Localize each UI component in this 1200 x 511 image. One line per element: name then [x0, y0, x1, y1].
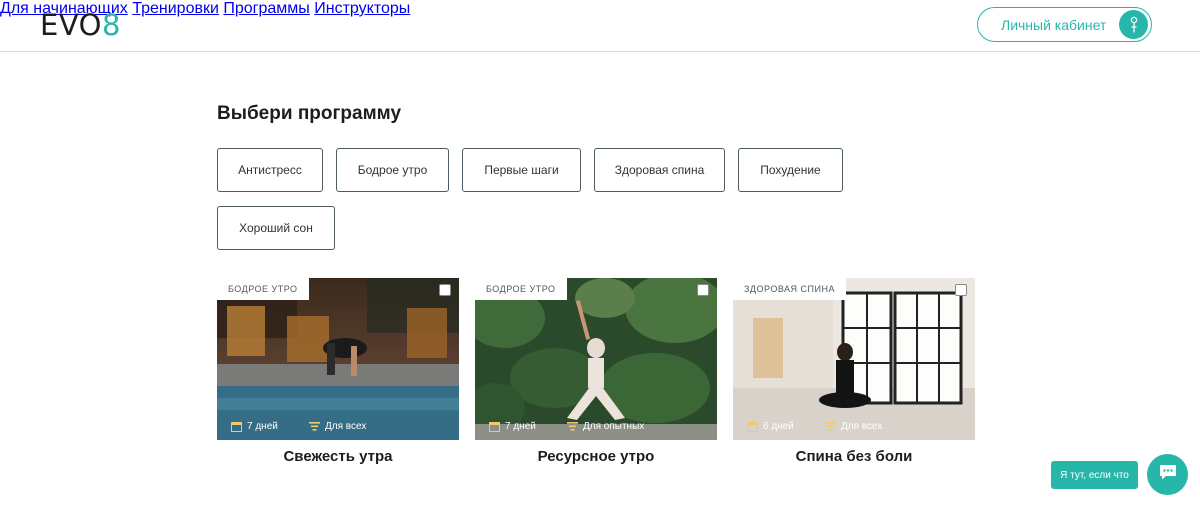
- nav-programs[interactable]: Программы: [223, 0, 309, 17]
- program-tag: БОДРОЕ УТРО: [475, 278, 567, 300]
- chat-tooltip[interactable]: Я тут, если что: [1051, 461, 1138, 489]
- favorite-checkbox[interactable]: [955, 284, 967, 296]
- nav-workouts[interactable]: Тренировки: [132, 0, 219, 17]
- program-tag: ЗДОРОВАЯ СПИНА: [733, 278, 846, 300]
- nav-instructors[interactable]: Инструкторы: [314, 0, 410, 17]
- level-bars-icon: [567, 421, 578, 432]
- user-icon: [1119, 10, 1148, 39]
- favorite-checkbox[interactable]: [697, 284, 709, 296]
- duration-badge: 7 дней: [231, 421, 278, 432]
- program-title[interactable]: Ресурсное утро: [475, 448, 717, 465]
- program-card[interactable]: БОДРОЕ УТРО 7 дней Для опытных Ресурсное…: [475, 278, 717, 465]
- favorite-checkbox[interactable]: [439, 284, 451, 296]
- logo-text: EVO: [40, 8, 102, 42]
- level-text: Для опытных: [583, 421, 645, 432]
- level-text: Для всех: [841, 421, 883, 432]
- level-badge: Для всех: [309, 421, 366, 432]
- calendar-icon: [231, 421, 242, 432]
- level-text: Для всех: [325, 421, 367, 432]
- yoga-plants-image: [475, 278, 717, 440]
- program-title[interactable]: Спина без боли: [733, 448, 975, 465]
- logo[interactable]: EVO 8: [40, 8, 120, 42]
- program-title[interactable]: Свежесть утра: [217, 448, 459, 465]
- level-bars-icon: [309, 421, 320, 432]
- program-tag: БОДРОЕ УТРО: [217, 278, 309, 300]
- duration-text: 6 дней: [763, 421, 794, 432]
- filter-good-sleep[interactable]: Хороший сон: [217, 206, 335, 250]
- chat-bubble-icon: [1158, 463, 1178, 486]
- program-photo[interactable]: БОДРОЕ УТРО 7 дней Для опытных: [475, 278, 717, 440]
- filter-weight-loss[interactable]: Похудение: [738, 148, 843, 192]
- program-card[interactable]: БОДРОЕ УТРО 7 дней Для всех Свежесть утр…: [217, 278, 459, 465]
- filter-morning[interactable]: Бодрое утро: [336, 148, 449, 192]
- yoga-studio-image: [733, 278, 975, 440]
- filter-antistress[interactable]: Антистресс: [217, 148, 323, 192]
- chat-button[interactable]: [1147, 454, 1188, 495]
- account-button-label: Личный кабинет: [1001, 17, 1107, 33]
- page-title: Выбери программу: [217, 103, 402, 124]
- calendar-icon: [747, 421, 758, 432]
- duration-badge: 6 дней: [747, 421, 794, 432]
- duration-badge: 7 дней: [489, 421, 536, 432]
- duration-text: 7 дней: [505, 421, 536, 432]
- logo-accent: 8: [101, 8, 121, 42]
- filter-healthy-back[interactable]: Здоровая спина: [594, 148, 725, 192]
- program-card[interactable]: ЗДОРОВАЯ СПИНА 6 дней Для всех Спина без…: [733, 278, 975, 465]
- yoga-pool-image: [217, 278, 459, 440]
- filter-first-steps[interactable]: Первые шаги: [462, 148, 581, 192]
- calendar-icon: [489, 421, 500, 432]
- duration-text: 7 дней: [247, 421, 278, 432]
- site-header: EVO 8 Для начинающих Тренировки Программы…: [0, 0, 1200, 52]
- account-button[interactable]: Личный кабинет: [977, 7, 1152, 42]
- program-photo[interactable]: ЗДОРОВАЯ СПИНА 6 дней Для всех: [733, 278, 975, 440]
- level-badge: Для опытных: [567, 421, 644, 432]
- level-bars-icon: [825, 421, 836, 432]
- level-badge: Для всех: [825, 421, 882, 432]
- program-photo[interactable]: БОДРОЕ УТРО 7 дней Для всех: [217, 278, 459, 440]
